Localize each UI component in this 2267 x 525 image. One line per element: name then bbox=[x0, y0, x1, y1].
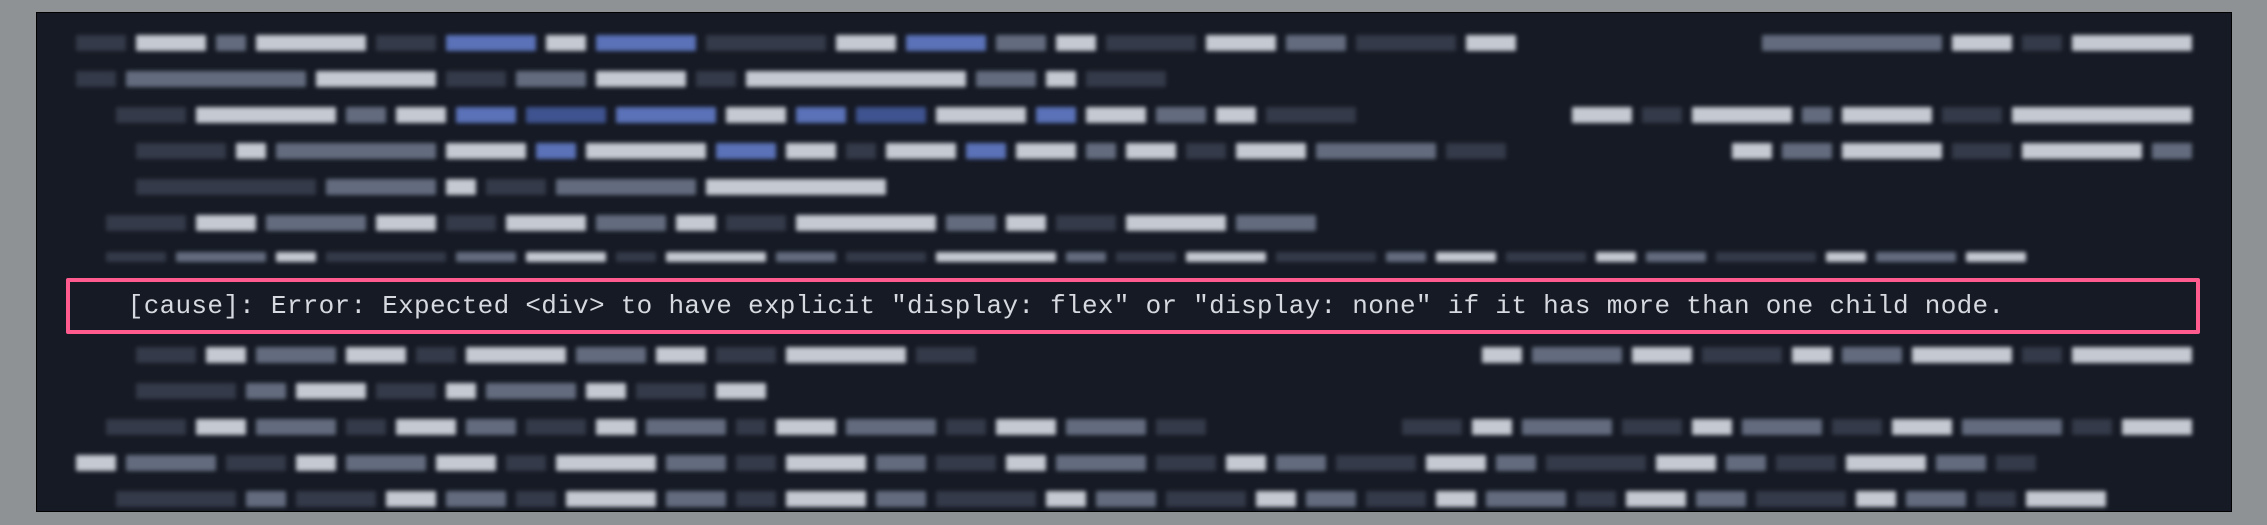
redacted-row bbox=[36, 32, 2232, 54]
redacted-row bbox=[36, 416, 2232, 438]
redacted-row bbox=[36, 488, 2232, 510]
redacted-row bbox=[36, 176, 2232, 198]
terminal-panel: [cause]: Error: Expected <div> to have e… bbox=[36, 12, 2232, 512]
redacted-row bbox=[36, 212, 2232, 234]
redacted-row bbox=[36, 104, 2232, 126]
error-text: [cause]: Error: Expected <div> to have e… bbox=[96, 291, 2004, 321]
redacted-row bbox=[36, 344, 2232, 366]
error-highlight: [cause]: Error: Expected <div> to have e… bbox=[66, 278, 2200, 334]
redacted-row bbox=[36, 248, 2232, 266]
redacted-row bbox=[36, 68, 2232, 90]
redacted-row bbox=[36, 452, 2232, 474]
redacted-row bbox=[36, 380, 2232, 402]
redacted-row bbox=[36, 140, 2232, 162]
